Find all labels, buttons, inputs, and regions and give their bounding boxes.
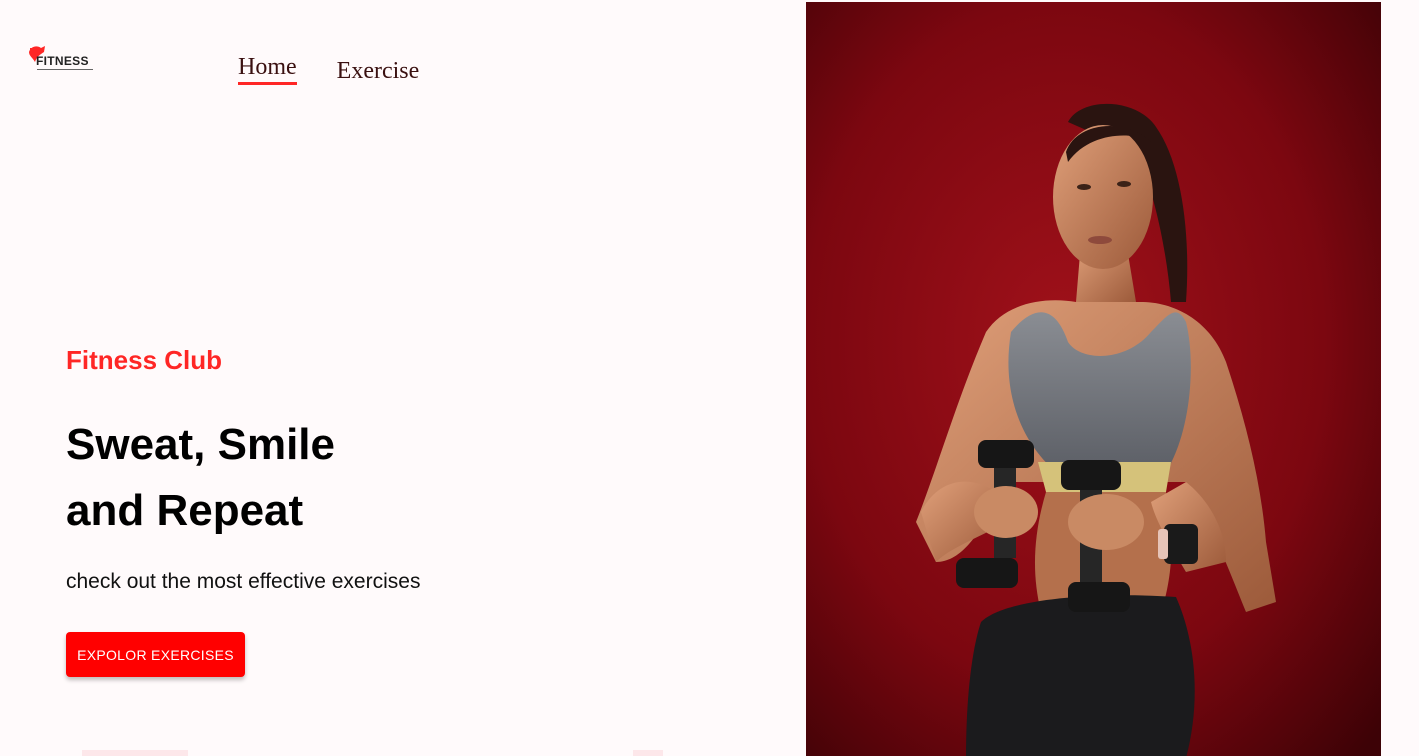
offscreen-element	[633, 750, 663, 756]
hero-banner-image	[806, 2, 1381, 756]
main-nav: Home Exercise	[238, 52, 419, 86]
hero-title-line-1: Sweat, Smile	[66, 420, 336, 469]
hero-kicker: Fitness Club	[66, 345, 223, 375]
hero-subtitle: check out the most effective exercises	[66, 570, 421, 593]
nav-link-home[interactable]: Home	[238, 52, 297, 85]
brand-logo[interactable]: FITNESS	[27, 44, 99, 72]
logo-underline	[37, 69, 93, 70]
hero-title-line-2: and Repeat	[66, 486, 304, 535]
nav-link-exercise[interactable]: Exercise	[337, 56, 420, 86]
hero-title: Sweat, Smile and Repeat	[66, 412, 335, 544]
logo-text: FITNESS	[36, 54, 89, 68]
explore-exercises-button[interactable]: EXPOLOR EXERCISES	[66, 632, 245, 677]
athlete-with-dumbbells-image	[806, 2, 1381, 756]
offscreen-element	[82, 750, 188, 756]
